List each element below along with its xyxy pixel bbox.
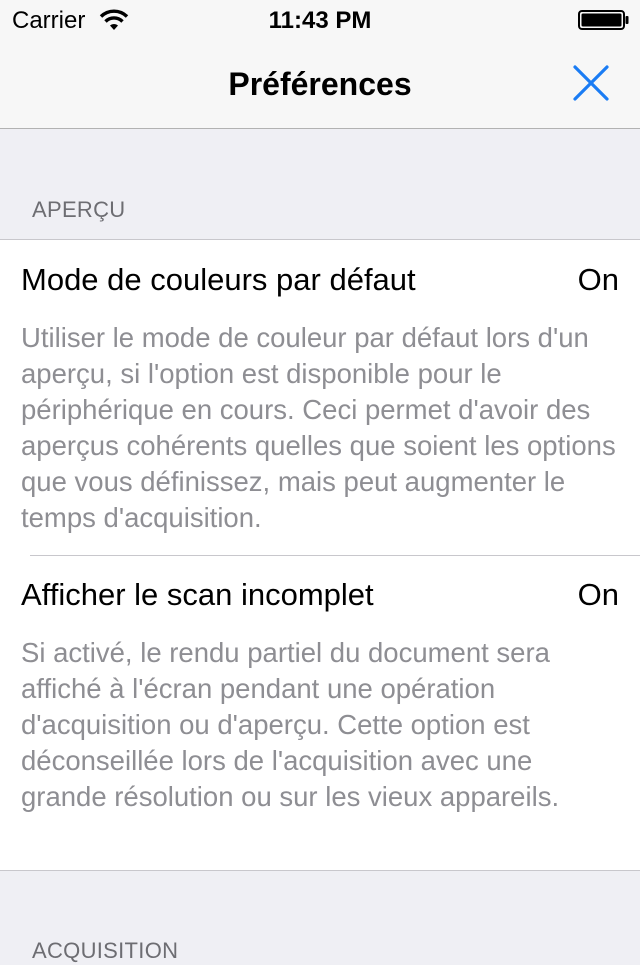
setting-title: Mode de couleurs par défaut	[21, 262, 416, 297]
battery-icon	[578, 10, 629, 30]
setting-value: On	[577, 262, 619, 297]
setting-description: Si activé, le rendu partiel du document …	[21, 637, 560, 812]
setting-title: Afficher le scan incomplet	[21, 577, 374, 612]
section-header-apercu: APERÇU	[32, 197, 126, 222]
status-bar: Carrier 11:43 PM	[0, 0, 640, 40]
setting-show-incomplete-scan[interactable]: Afficher le scan incomplet On Si activé,…	[0, 555, 640, 870]
close-button[interactable]	[566, 58, 616, 108]
section-header-acquisition: ACQUISITION	[32, 938, 179, 963]
navigation-bar: Préférences	[0, 40, 640, 129]
setting-default-color-mode[interactable]: Mode de couleurs par défaut On Utiliser …	[0, 240, 640, 555]
page-title: Préférences	[228, 66, 412, 102]
setting-description: Utiliser le mode de couleur par défaut l…	[21, 322, 616, 533]
close-icon	[573, 65, 609, 101]
setting-value: On	[577, 577, 619, 612]
apercu-settings-group: Mode de couleurs par défaut On Utiliser …	[0, 239, 640, 871]
status-time: 11:43 PM	[268, 7, 372, 34]
